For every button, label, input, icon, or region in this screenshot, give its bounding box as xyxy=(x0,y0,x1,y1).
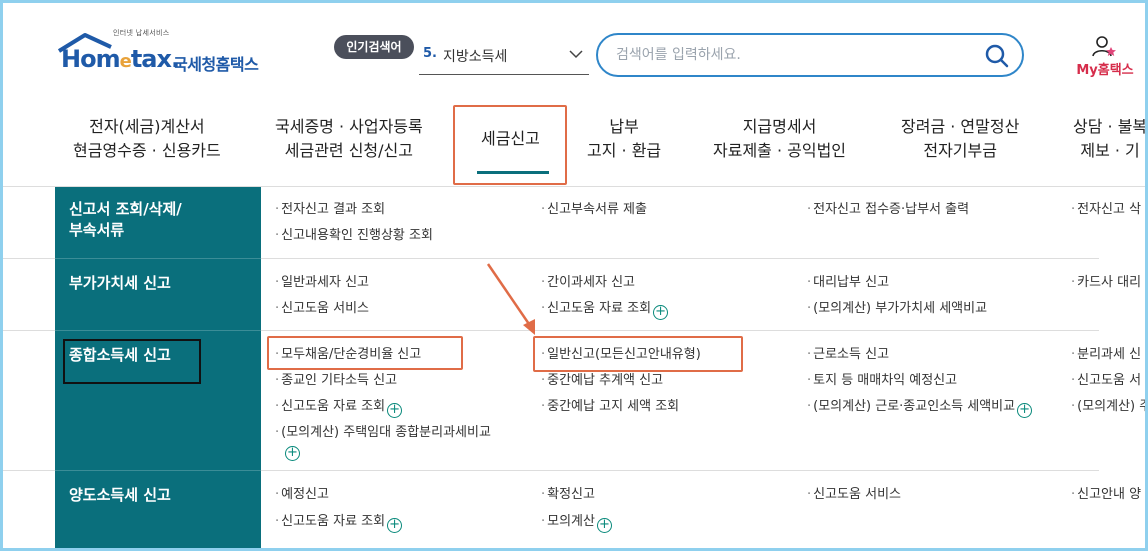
highlight-box-income-tax-heading xyxy=(63,339,201,384)
menu-link[interactable]: · 모의계산 + xyxy=(541,513,612,533)
row-heading-text: 신고서 조회/삭제/ xyxy=(69,200,182,218)
menu-link[interactable]: · 신고도움 자료 조회 + xyxy=(275,513,403,533)
highlight-box-auto-filing xyxy=(267,336,463,370)
row-heading-text: 부가가치세 신고 xyxy=(69,274,171,292)
menu-link[interactable]: · 신고부속서류 제출 xyxy=(541,201,647,219)
nav-label: 자료제출 · 공익법인 xyxy=(713,141,847,160)
menu-link[interactable]: · (모의계산) 근로·종교인소득 세액비교 + xyxy=(807,398,1033,418)
menu-link[interactable]: · 일반과세자 신고 xyxy=(275,274,369,292)
nav-label: 제보 · 기 xyxy=(1080,141,1140,160)
nav-label: 현금영수증 · 신용카드 xyxy=(73,141,221,160)
nav-label: 고지 · 환급 xyxy=(587,141,662,160)
menu-link[interactable]: · 대리납부 신고 xyxy=(807,274,889,292)
nav-certificate[interactable]: 국세증명 · 사업자등록 세금관련 신청/신고 xyxy=(275,115,423,163)
logo-wordmark: Hometax. xyxy=(61,45,180,73)
menu-link[interactable]: · (모의계산) 부가가치세 세액비교 xyxy=(807,300,987,318)
menu-link[interactable]: · 카드사 대리 xyxy=(1071,274,1141,292)
menu-link[interactable]: · 근로소득 신고 xyxy=(807,346,889,364)
page-frame: 인터넷 납세서비스 Hometax. 국세청홈택스 인기검색어 5. 지방소득세… xyxy=(0,0,1148,551)
search-input[interactable] xyxy=(616,44,966,66)
menu-link[interactable]: · 신고도움 서 xyxy=(1071,372,1141,390)
menu-link[interactable]: · 신고도움 서비스 xyxy=(807,486,901,504)
my-hometax-link[interactable]: My홈택스 xyxy=(1067,35,1143,79)
menu-link[interactable]: · 간이과세자 신고 xyxy=(541,274,635,292)
nav-payment[interactable]: 납부 고지 · 환급 xyxy=(587,115,661,163)
expand-plus-icon[interactable]: + xyxy=(387,403,403,418)
chevron-down-icon xyxy=(569,50,583,59)
nav-label: 세금관련 신청/신고 xyxy=(284,141,413,160)
highlight-box-tax-filing xyxy=(453,105,567,185)
logo-tagline: 인터넷 납세서비스 xyxy=(113,29,170,37)
nav-label: 납부 xyxy=(609,117,639,136)
menu-link[interactable]: · 전자신고 접수증·납부서 출력 xyxy=(807,201,969,219)
nav-label: 국세증명 · 사업자등록 xyxy=(275,117,423,136)
menu-link[interactable]: · 신고안내 양 xyxy=(1071,486,1141,504)
popular-search-dropdown[interactable]: 5. 지방소득세 xyxy=(419,43,589,75)
search-box xyxy=(596,33,1024,77)
expand-plus-icon[interactable]: + xyxy=(596,518,612,533)
menu-link[interactable]: · 전자신고 결과 조회 xyxy=(275,201,385,219)
nav-label: 전자기부금 xyxy=(923,141,997,160)
my-hometax-label: My홈택스 xyxy=(1076,63,1134,78)
menu-link[interactable]: · 중간예납 추계액 신고 xyxy=(541,372,663,390)
nav-incentive[interactable]: 장려금 · 연말정산 전자기부금 xyxy=(901,115,1019,163)
hometax-logo[interactable]: 인터넷 납세서비스 Hometax. 국세청홈택스 xyxy=(55,29,275,79)
nav-e-invoice[interactable]: 전자(세금)계산서 현금영수증 · 신용카드 xyxy=(73,115,221,163)
nav-label: 지급명세서 xyxy=(742,117,817,136)
expand-plus-icon[interactable]: + xyxy=(387,518,403,533)
annotation-arrow xyxy=(486,263,535,335)
menu-link[interactable]: · 신고도움 자료 조회 + xyxy=(275,398,403,418)
expand-plus-icon[interactable]: + xyxy=(1017,403,1033,418)
nav-consulting[interactable]: 상담 · 불복 제보 · 기 xyxy=(1073,115,1148,163)
expand-plus-icon[interactable]: + xyxy=(285,446,300,461)
highlight-box-general-filing xyxy=(533,336,743,372)
row-heading-text: 부속서류 xyxy=(69,221,125,239)
menu-link[interactable]: · (모의계산) 주택임대 종합분리과세비교 xyxy=(275,424,491,442)
popular-rank: 5. xyxy=(423,46,437,61)
row-heading-return-inquiry[interactable]: 신고서 조회/삭제/ 부속서류 xyxy=(55,187,261,259)
row-heading-capital-gains[interactable]: 양도소득세 신고 xyxy=(55,471,261,548)
menu-link[interactable]: · 예정신고 xyxy=(275,486,329,504)
nav-label: 장려금 · 연말정산 xyxy=(901,117,1020,136)
row-heading-text: 양도소득세 신고 xyxy=(69,486,171,504)
logo-korean-name: 국세청홈택스 xyxy=(173,55,259,74)
nav-payment-statement[interactable]: 지급명세서 자료제출 · 공익법인 xyxy=(713,115,846,163)
menu-link[interactable]: · (모의계산) 주 xyxy=(1071,398,1145,416)
menu-link[interactable]: · 전자신고 삭 xyxy=(1071,201,1141,219)
nav-label: 전자(세금)계산서 xyxy=(89,117,205,136)
menu-link[interactable]: · 신고도움 자료 조회 + xyxy=(541,300,669,320)
menu-link[interactable]: · 신고내용확인 진행상황 조회 xyxy=(275,227,433,245)
popular-term: 지방소득세 xyxy=(443,49,508,65)
menu-link[interactable]: · 분리과세 신 xyxy=(1071,346,1141,364)
menu-link[interactable]: + xyxy=(283,441,300,461)
popular-search-badge: 인기검색어 xyxy=(334,35,414,59)
expand-plus-icon[interactable]: + xyxy=(653,305,669,320)
menu-link[interactable]: · 신고도움 서비스 xyxy=(275,300,369,318)
menu-link[interactable]: · 중간예납 고지 세액 조회 xyxy=(541,398,679,416)
menu-link[interactable]: · 토지 등 매매차익 예정신고 xyxy=(807,372,957,390)
user-icon xyxy=(1092,36,1116,57)
menu-link[interactable]: · 확정신고 xyxy=(541,486,595,504)
row-heading-vat[interactable]: 부가가치세 신고 xyxy=(55,259,261,331)
nav-label: 상담 · 불복 xyxy=(1073,117,1148,136)
menu-link[interactable]: · 종교인 기타소득 신고 xyxy=(275,372,397,390)
search-icon[interactable] xyxy=(984,43,1010,69)
